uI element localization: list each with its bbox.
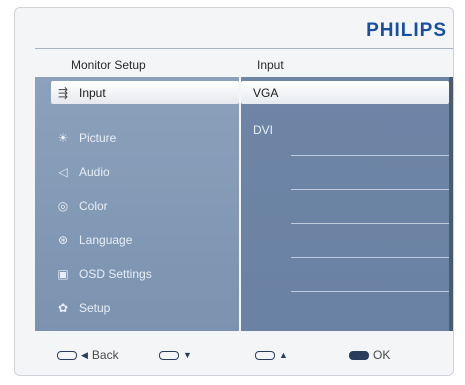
osd-settings-icon: ▣ bbox=[57, 267, 69, 281]
arrow-left-icon: ◀ bbox=[81, 349, 88, 360]
option-separator bbox=[291, 257, 449, 258]
down-button[interactable]: ▼ bbox=[159, 348, 196, 362]
panel-edge bbox=[449, 77, 453, 331]
option-dvi[interactable]: DVI bbox=[241, 113, 449, 146]
menu-item-language[interactable]: ⊛ Language bbox=[35, 223, 239, 257]
option-separator bbox=[291, 223, 449, 224]
menu-header: Monitor Setup Input bbox=[15, 52, 453, 76]
menu-area: ⇶ Input ☀ Picture ◁ Audio ◎ Color ⊛ Lang… bbox=[35, 77, 453, 331]
back-button[interactable]: ◀ Back bbox=[57, 348, 119, 362]
menu-item-label: Input bbox=[79, 86, 106, 100]
divider bbox=[35, 48, 453, 49]
button-pill-icon bbox=[159, 350, 179, 360]
osd-frame: PHILIPS Monitor Setup Input ⇶ Input ☀ Pi… bbox=[14, 7, 454, 376]
option-separator bbox=[291, 189, 449, 190]
option-separator bbox=[291, 155, 449, 156]
menu-item-label: OSD Settings bbox=[79, 267, 152, 281]
button-pill-icon bbox=[255, 350, 275, 360]
menu-item-label: Picture bbox=[79, 131, 117, 145]
ok-button[interactable]: OK bbox=[349, 348, 390, 362]
menu-item-setup[interactable]: ✿ Setup bbox=[35, 291, 239, 325]
color-icon: ◎ bbox=[57, 199, 69, 213]
audio-icon: ◁ bbox=[58, 165, 68, 179]
button-pill-icon bbox=[57, 350, 77, 360]
arrow-down-icon: ▼ bbox=[183, 350, 192, 360]
menu-item-label: Audio bbox=[79, 165, 110, 179]
option-vga[interactable]: VGA bbox=[241, 81, 449, 104]
ok-label: OK bbox=[373, 348, 391, 362]
setup-icon: ✿ bbox=[57, 301, 69, 315]
button-guide: ◀ Back ▼ ▲ OK bbox=[15, 336, 453, 372]
menu-item-input[interactable]: ⇶ Input bbox=[51, 81, 239, 104]
back-label: Back bbox=[91, 348, 119, 362]
option-separator bbox=[291, 291, 449, 292]
picture-icon: ☀ bbox=[57, 131, 69, 145]
left-column-title: Monitor Setup bbox=[71, 58, 146, 72]
right-column-title: Input bbox=[257, 58, 284, 72]
arrow-up-icon: ▲ bbox=[279, 350, 288, 360]
menu-item-osd-settings[interactable]: ▣ OSD Settings bbox=[35, 257, 239, 291]
menu-item-label: Color bbox=[79, 199, 108, 213]
menu-item-picture[interactable]: ☀ Picture bbox=[35, 121, 239, 155]
option-label: DVI bbox=[253, 123, 274, 137]
brand-logo: PHILIPS bbox=[366, 20, 447, 41]
menu-item-audio[interactable]: ◁ Audio bbox=[35, 155, 239, 189]
menu-item-color[interactable]: ◎ Color bbox=[35, 189, 239, 223]
button-pill-icon bbox=[349, 350, 369, 360]
menu-item-label: Language bbox=[79, 233, 133, 247]
input-icon: ⇶ bbox=[57, 86, 69, 100]
up-button[interactable]: ▲ bbox=[255, 348, 292, 362]
menu-item-label: Setup bbox=[79, 301, 111, 315]
option-label: VGA bbox=[253, 86, 279, 100]
language-icon: ⊛ bbox=[57, 233, 69, 247]
